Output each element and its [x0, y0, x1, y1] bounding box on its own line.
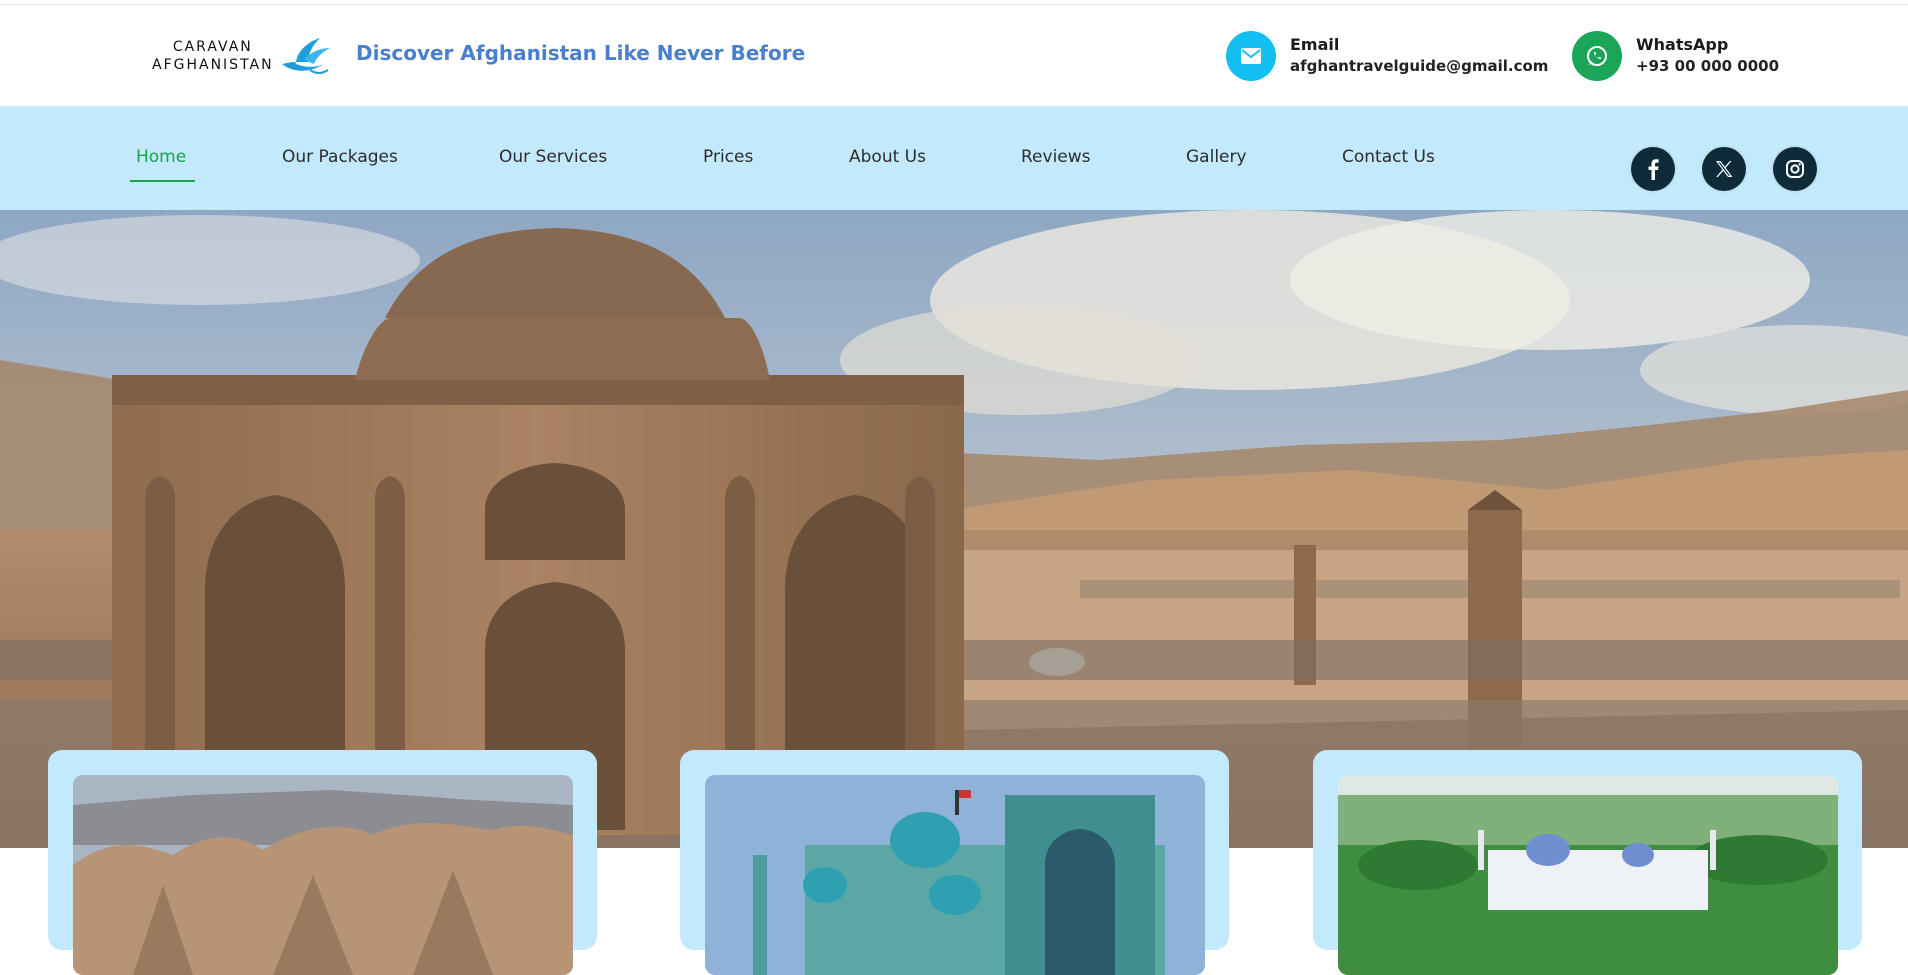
logo-line-2: AFGHANISTAN [152, 57, 274, 73]
destination-card-3[interactable] [1313, 750, 1862, 975]
whatsapp-contact[interactable]: WhatsApp +93 00 000 0000 [1572, 30, 1779, 82]
card-image-blue-mosque [705, 775, 1205, 975]
envelope-icon [1241, 48, 1261, 64]
x-twitter-icon [1716, 161, 1733, 177]
nav-item-our-services[interactable]: Our Services [499, 147, 607, 167]
email-label: Email [1290, 35, 1340, 54]
email-icon-circle [1226, 31, 1276, 81]
x-twitter-button[interactable] [1702, 147, 1746, 191]
nav-item-our-packages[interactable]: Our Packages [282, 147, 398, 167]
main-navigation: Home Our Packages Our Services Prices Ab… [0, 106, 1908, 210]
logo-line-1: CARAVAN [172, 39, 253, 55]
nav-item-about-us[interactable]: About Us [849, 147, 926, 167]
whatsapp-icon [1587, 46, 1607, 66]
nav-item-home[interactable]: Home [136, 147, 186, 167]
email-address[interactable]: afghantravelguide@gmail.com [1290, 55, 1548, 77]
email-contact[interactable]: Email afghantravelguide@gmail.com [1226, 30, 1548, 82]
instagram-icon [1786, 160, 1804, 178]
site-tagline: Discover Afghanistan Like Never Before [356, 41, 806, 65]
active-nav-underline [130, 180, 195, 182]
destination-card-2[interactable] [680, 750, 1229, 975]
logo-wordmark: CARAVAN AFGHANISTAN [152, 38, 274, 74]
whatsapp-number[interactable]: +93 00 000 0000 [1636, 55, 1779, 77]
site-logo[interactable]: CARAVAN AFGHANISTAN [152, 33, 334, 79]
nav-item-reviews[interactable]: Reviews [1021, 147, 1091, 167]
destination-card-1[interactable] [48, 750, 597, 975]
card-image-cliffs [73, 775, 573, 975]
nav-item-gallery[interactable]: Gallery [1186, 147, 1247, 167]
bird-logo-icon [281, 38, 330, 74]
facebook-icon [1648, 159, 1659, 180]
nav-item-prices[interactable]: Prices [703, 147, 753, 167]
facebook-button[interactable] [1631, 147, 1675, 191]
whatsapp-icon-circle [1572, 31, 1622, 81]
whatsapp-label: WhatsApp [1636, 35, 1729, 54]
instagram-button[interactable] [1773, 147, 1817, 191]
nav-item-contact-us[interactable]: Contact Us [1342, 147, 1435, 167]
site-header: CARAVAN AFGHANISTAN Discover Afghanistan… [0, 5, 1908, 106]
card-image-shrine-valley [1338, 775, 1838, 975]
